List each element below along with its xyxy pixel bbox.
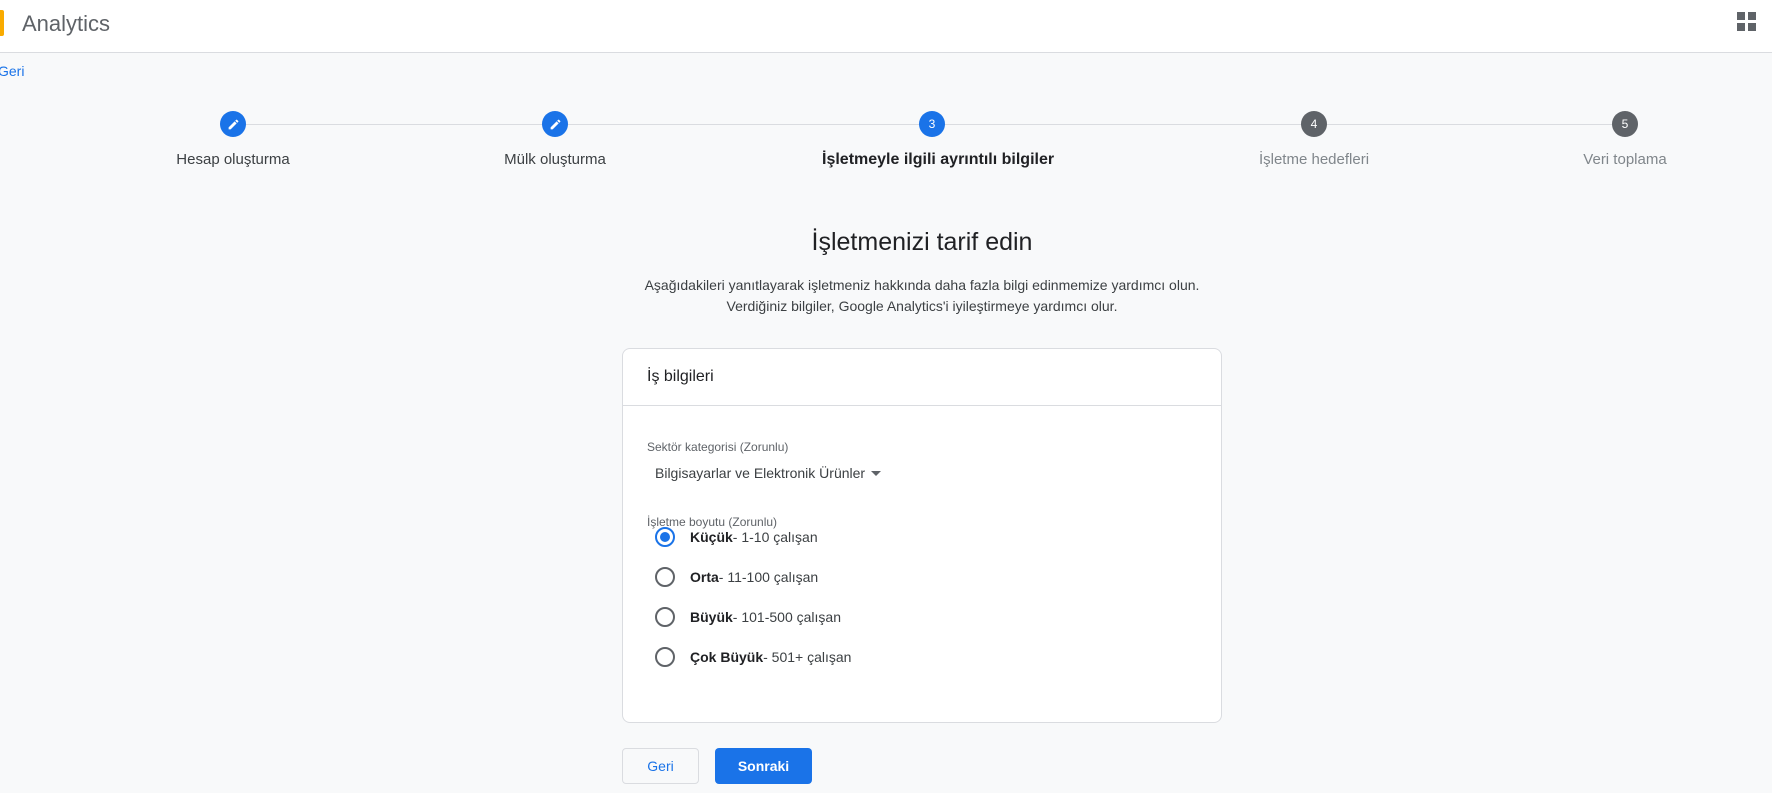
page-subtitle: Aşağıdakileri yanıtlayarak işletmeniz ha… (0, 275, 1772, 317)
business-info-card: İş bilgileri Sektör kategorisi (Zorunlu)… (622, 348, 1222, 723)
sector-label: Sektör kategorisi (Zorunlu) (647, 440, 789, 454)
pencil-icon (220, 111, 246, 137)
size-option-large[interactable]: Büyük - 101-500 çalışan (655, 607, 841, 627)
apps-grid-icon[interactable] (1737, 12, 1759, 34)
card-header: İş bilgileri (623, 349, 1221, 406)
step-label: İşletmeyle ilgili ayrıntılı bilgiler (822, 151, 1055, 168)
caret-down-icon (871, 470, 882, 476)
option-detail: - 1-10 çalışan (732, 529, 818, 545)
sector-select[interactable]: Bilgisayarlar ve Elektronik Ürünler (655, 465, 882, 481)
step-business-details: 3 İşletmeyle ilgili ayrıntılı bilgiler (822, 110, 1055, 169)
radio-button[interactable] (655, 527, 675, 547)
subtitle-line: Verdiğiniz bilgiler, Google Analytics'i … (726, 298, 1118, 314)
size-option-very-large[interactable]: Çok Büyük - 501+ çalışan (655, 647, 851, 667)
step-label: İşletme hedefleri (1258, 151, 1370, 168)
size-option-medium[interactable]: Orta - 11-100 çalışan (655, 567, 818, 587)
back-button[interactable]: Geri (622, 748, 699, 784)
radio-button[interactable] (655, 607, 675, 627)
step-label: Veri toplama (1583, 151, 1667, 168)
analytics-logo-icon (0, 10, 4, 36)
step-account-creation: Hesap oluşturma (123, 110, 343, 168)
radio-button[interactable] (655, 647, 675, 667)
top-app-bar: Analytics (0, 0, 1772, 53)
app-title: Analytics (22, 11, 111, 36)
step-number: 3 (919, 111, 945, 137)
step-label: Hesap oluşturma (176, 151, 290, 168)
option-detail: - 501+ çalışan (763, 649, 852, 665)
option-name: Çok Büyük (690, 649, 764, 665)
step-number: 4 (1301, 111, 1327, 137)
back-link[interactable]: Geri (0, 63, 24, 79)
step-property-creation: Mülk oluşturma (445, 110, 665, 168)
step-data-collection: 5 Veri toplama (1515, 110, 1735, 168)
step-number: 5 (1612, 111, 1638, 137)
radio-button[interactable] (655, 567, 675, 587)
size-option-small[interactable]: Küçük - 1-10 çalışan (655, 527, 818, 547)
step-business-goals: 4 İşletme hedefleri (1204, 110, 1424, 168)
option-name: Orta (690, 569, 719, 585)
subtitle-line: Aşağıdakileri yanıtlayarak işletmeniz ha… (644, 277, 1200, 293)
step-label: Mülk oluşturma (504, 151, 606, 168)
option-detail: - 101-500 çalışan (732, 609, 841, 625)
pencil-icon (542, 111, 568, 137)
option-name: Küçük (690, 529, 733, 545)
option-name: Büyük (690, 609, 733, 625)
option-detail: - 11-100 çalışan (718, 569, 819, 585)
setup-stepper: Hesap oluşturma Mülk oluşturma 3 İşletme… (0, 110, 1772, 180)
page-title: İşletmenizi tarif edin (811, 228, 1033, 256)
sector-value: Bilgisayarlar ve Elektronik Ürünler (655, 465, 866, 481)
next-button[interactable]: Sonraki (715, 748, 812, 784)
